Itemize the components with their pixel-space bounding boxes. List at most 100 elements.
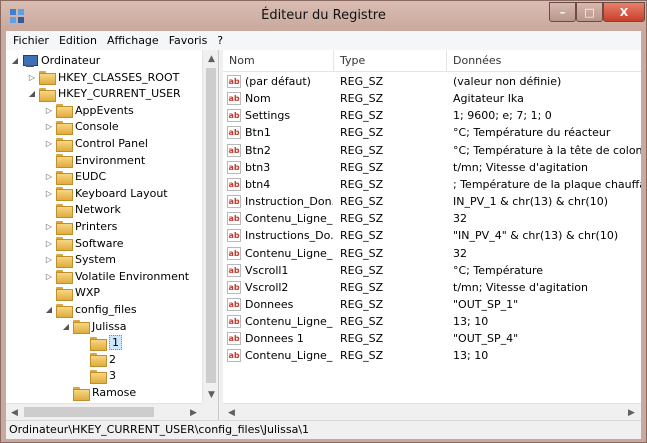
tree-item[interactable]: ▷ Printers: [44, 218, 117, 235]
tree-item[interactable]: ▷ HKEY_CLASSES_ROOT: [27, 69, 179, 86]
tree-item[interactable]: ▷ Control Panel: [44, 135, 148, 152]
expander-icon[interactable]: ▷: [44, 222, 54, 231]
maximize-icon: □: [584, 5, 595, 19]
string-value-icon: ab: [227, 143, 241, 157]
scroll-right-icon[interactable]: ▶: [185, 404, 202, 420]
column-header-name[interactable]: Nom: [223, 50, 334, 72]
column-header-data[interactable]: Données: [447, 50, 641, 72]
folder-icon: [56, 170, 73, 185]
tree-item[interactable]: 2: [78, 351, 116, 368]
scroll-down-icon[interactable]: ▼: [203, 386, 218, 403]
value-name: Contenu_Ligne_...: [245, 315, 333, 329]
tree-item[interactable]: ▷ EUDC: [44, 168, 106, 185]
scroll-right-icon[interactable]: ▶: [623, 404, 640, 420]
tree-vertical-scrollbar[interactable]: ▲ ▼: [202, 50, 218, 403]
maximize-button[interactable]: □: [576, 2, 603, 22]
expander-icon[interactable]: ◢: [27, 89, 37, 98]
value-type: REG_SZ: [340, 349, 384, 363]
value-type: REG_SZ: [340, 160, 384, 174]
value-row[interactable]: ab Instruction_Don... REG_SZ IN_PV_1 & chr(…: [223, 193, 641, 210]
folder-icon: [56, 220, 73, 235]
tree-item[interactable]: ▷ Keyboard Layout: [44, 185, 168, 202]
expander-icon[interactable]: ▷: [44, 272, 54, 281]
value-row[interactable]: ab Btn1 REG_SZ °C; Température du réacteur: [223, 124, 641, 141]
value-data: °C; Température du réacteur: [453, 126, 611, 140]
menu-affichage[interactable]: Affichage: [102, 34, 164, 47]
value-name: Btn2: [245, 143, 271, 157]
value-row[interactable]: ab Contenu_Ligne_... REG_SZ 13; 10: [223, 347, 641, 364]
tree-item[interactable]: Ramose: [61, 384, 136, 401]
tree-item[interactable]: ◢ HKEY_CURRENT_USER: [27, 85, 181, 102]
value-row[interactable]: ab Instructions_Do... REG_SZ "IN_PV_4" & ch…: [223, 227, 641, 244]
title-bar[interactable]: Éditeur du Registre – □ X: [1, 1, 646, 31]
folder-icon: [73, 386, 90, 401]
value-row[interactable]: ab Settings REG_SZ 1; 9600; e; 7; 1; 0: [223, 107, 641, 124]
expander-icon[interactable]: ◢: [44, 305, 54, 314]
value-row[interactable]: ab Vscroll1 REG_SZ °C; Température: [223, 262, 641, 279]
tree-item[interactable]: ▷ Console: [44, 118, 119, 135]
value-data: 1; 9600; e; 7; 1; 0: [453, 109, 552, 123]
key-tree-pane: ◢ Ordinateur ▷ HKEY_CLASSES_ROOT ◢ HKEY_CURRE…: [6, 50, 219, 420]
registry-editor-window: Éditeur du Registre – □ X Fichier Editio…: [0, 0, 647, 443]
menu-edition[interactable]: Edition: [54, 34, 102, 47]
value-row[interactable]: ab (par défaut) REG_SZ (valeur non définie): [223, 73, 641, 90]
tree-item[interactable]: Network: [44, 201, 121, 218]
expander-icon[interactable]: ▷: [44, 106, 54, 115]
minimize-button[interactable]: –: [549, 2, 576, 22]
close-button[interactable]: X: [603, 2, 645, 22]
tree-scroll-thumb[interactable]: [206, 68, 216, 383]
scroll-left-icon[interactable]: ◀: [223, 404, 240, 420]
value-type: REG_SZ: [340, 297, 384, 311]
value-row[interactable]: ab Btn2 REG_SZ °C; Température à la tête de…: [223, 142, 641, 159]
menu-favoris[interactable]: Favoris: [164, 34, 213, 47]
expander-icon[interactable]: ▷: [44, 239, 54, 248]
folder-icon: [56, 120, 73, 135]
value-row[interactable]: ab Donnees 1 REG_SZ "OUT_SP_4": [223, 330, 641, 347]
tree-horizontal-scrollbar[interactable]: ◀ ▶: [6, 403, 202, 420]
value-row[interactable]: ab btn3 REG_SZ t/mn; Vitesse d'agitation: [223, 159, 641, 176]
tree-item[interactable]: ◢ Julissa: [61, 318, 127, 335]
value-row[interactable]: ab Contenu_Ligne_... REG_SZ 32: [223, 245, 641, 262]
tree-hscroll-thumb[interactable]: [24, 407, 154, 417]
value-row[interactable]: ab Contenu_Ligne_... REG_SZ 13; 10: [223, 313, 641, 330]
value-type: REG_SZ: [340, 280, 384, 294]
tree-item[interactable]: ▷ AppEvents: [44, 102, 134, 119]
tree-item[interactable]: ◢ config_files: [44, 301, 137, 318]
tree-item-label: AppEvents: [75, 103, 134, 117]
value-row[interactable]: ab btn4 REG_SZ ; Température de la plaque …: [223, 176, 641, 193]
expander-icon[interactable]: ◢: [61, 322, 71, 331]
value-row[interactable]: ab Contenu_Ligne_... REG_SZ 32: [223, 210, 641, 227]
tree-item-label: Network: [75, 203, 121, 217]
tree-item[interactable]: 3: [78, 367, 116, 384]
expander-icon[interactable]: ▷: [44, 122, 54, 131]
expander-icon[interactable]: ▷: [44, 139, 54, 148]
tree-item[interactable]: ▷ System: [44, 251, 116, 268]
tree-item[interactable]: 1: [78, 334, 122, 351]
expander-icon[interactable]: ◢: [10, 56, 20, 65]
value-row[interactable]: ab Vscroll2 REG_SZ t/mn; Vitesse d'agitatio…: [223, 279, 641, 296]
expander-icon[interactable]: ▷: [44, 189, 54, 198]
tree-item-label: Ordinateur: [41, 54, 101, 67]
value-name: Settings: [245, 109, 291, 123]
tree-item-label: System: [75, 253, 117, 267]
value-row[interactable]: ab Nom REG_SZ Agitateur Ika: [223, 90, 641, 107]
list-horizontal-scrollbar[interactable]: ◀ ▶: [223, 403, 641, 420]
value-row[interactable]: ab Donnees REG_SZ "OUT_SP_1": [223, 296, 641, 313]
menu-help[interactable]: ?: [212, 34, 228, 47]
tree-item[interactable]: WXP: [44, 284, 100, 301]
expander-icon[interactable]: ▷: [44, 172, 54, 181]
column-header-type[interactable]: Type: [334, 50, 447, 72]
menu-fichier[interactable]: Fichier: [8, 34, 54, 47]
expander-icon[interactable]: ▷: [44, 255, 54, 264]
scroll-left-icon[interactable]: ◀: [6, 404, 23, 420]
value-type: REG_SZ: [340, 332, 384, 346]
tree-item[interactable]: Environment: [44, 152, 145, 169]
value-type: REG_SZ: [340, 263, 384, 277]
value-data: Agitateur Ika: [453, 92, 524, 106]
tree-item[interactable]: ▷ Volatile Environment: [44, 268, 189, 285]
tree-item[interactable]: ▷ Software: [44, 235, 124, 252]
tree-item[interactable]: ◢ Ordinateur: [10, 52, 100, 69]
expander-icon[interactable]: ▷: [27, 73, 37, 82]
string-value-icon: ab: [227, 109, 241, 123]
scroll-up-icon[interactable]: ▲: [203, 50, 218, 67]
